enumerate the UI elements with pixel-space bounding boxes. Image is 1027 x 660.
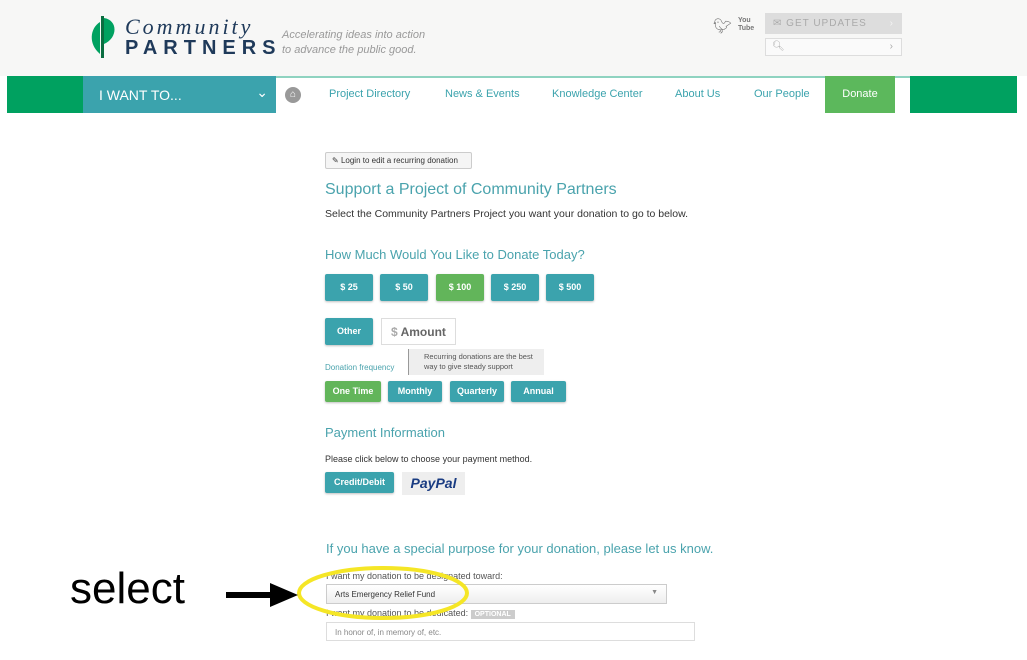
- login-recurring-label: Login to edit a recurring donation: [340, 156, 458, 165]
- home-icon[interactable]: ⌂: [285, 87, 301, 103]
- credit-debit-button[interactable]: Credit/Debit: [325, 472, 394, 493]
- twitter-icon[interactable]: 🐦︎: [713, 17, 732, 35]
- youtube-icon[interactable]: You Tube: [738, 17, 754, 33]
- amount-heading: How Much Would You Like to Donate Today?: [325, 247, 585, 262]
- optional-badge: OPTIONAL: [470, 610, 515, 619]
- tagline: Accelerating ideas into action to advance…: [282, 28, 452, 58]
- nav-knowledge-center[interactable]: Knowledge Center: [552, 88, 643, 100]
- caret-down-icon: ▼: [651, 589, 658, 596]
- amount-250-button[interactable]: $ 250: [491, 274, 539, 301]
- i-want-to-label: I WANT TO...: [99, 87, 182, 103]
- search-input[interactable]: 🔍︎ ›: [765, 38, 902, 56]
- frequency-quarterly[interactable]: Quarterly: [450, 381, 504, 402]
- login-recurring-button[interactable]: ✎ Login to edit a recurring donation: [325, 152, 472, 169]
- highlight-ellipse: [297, 566, 469, 620]
- purpose-heading: If you have a special purpose for your d…: [326, 541, 714, 556]
- logo-partners: PARTNERS: [125, 37, 282, 59]
- search-submit-icon[interactable]: ›: [890, 41, 893, 52]
- i-want-to-dropdown[interactable]: I WANT TO... ⌄: [83, 76, 276, 113]
- amount-input[interactable]: $ Amount: [381, 318, 456, 345]
- payment-text: Please click below to choose your paymen…: [325, 454, 533, 464]
- frequency-tooltip: Recurring donations are the best way to …: [408, 349, 544, 375]
- chevron-down-icon: ⌄: [256, 84, 268, 100]
- amount-25-button[interactable]: $ 25: [325, 274, 373, 301]
- nav-project-directory[interactable]: Project Directory: [329, 88, 410, 100]
- payment-heading: Payment Information: [325, 425, 445, 440]
- amount-placeholder: Amount: [400, 325, 446, 339]
- page-title: Support a Project of Community Partners: [325, 181, 617, 198]
- nav-news-events[interactable]: News & Events: [445, 88, 520, 100]
- frequency-one-time[interactable]: One Time: [325, 381, 381, 402]
- tagline-line-2: to advance the public good.: [282, 44, 417, 56]
- logo-leaf-icon: [91, 16, 115, 58]
- search-icon: 🔍︎: [772, 41, 785, 52]
- dedication-input[interactable]: In honor of, in memory of, etc.: [326, 622, 695, 641]
- frequency-monthly[interactable]: Monthly: [388, 381, 442, 402]
- pencil-icon: ✎: [332, 156, 339, 165]
- currency-symbol: $: [391, 325, 398, 339]
- page-subtitle: Select the Community Partners Project yo…: [325, 208, 689, 220]
- frequency-annual[interactable]: Annual: [511, 381, 566, 402]
- annotation-select-text: select: [70, 564, 185, 613]
- nav-bar-left: [7, 76, 83, 113]
- arrow-right-icon: [226, 583, 298, 607]
- get-updates-button[interactable]: ✉ GET UPDATES ›: [765, 13, 902, 34]
- amount-500-button[interactable]: $ 500: [546, 274, 594, 301]
- nav-donate[interactable]: Donate: [825, 76, 895, 113]
- other-amount-button[interactable]: Other: [325, 318, 373, 345]
- nav-about-us[interactable]: About Us: [675, 88, 720, 100]
- tagline-line-1: Accelerating ideas into action: [282, 29, 426, 41]
- frequency-label: Donation frequency: [325, 363, 395, 372]
- get-updates-label: GET UPDATES: [786, 18, 867, 29]
- nav-our-people[interactable]: Our People: [754, 88, 810, 100]
- amount-100-button[interactable]: $ 100: [436, 274, 484, 301]
- amount-50-button[interactable]: $ 50: [380, 274, 428, 301]
- paypal-button[interactable]: PayPal: [402, 472, 465, 495]
- nav-bar-right: [910, 76, 1017, 113]
